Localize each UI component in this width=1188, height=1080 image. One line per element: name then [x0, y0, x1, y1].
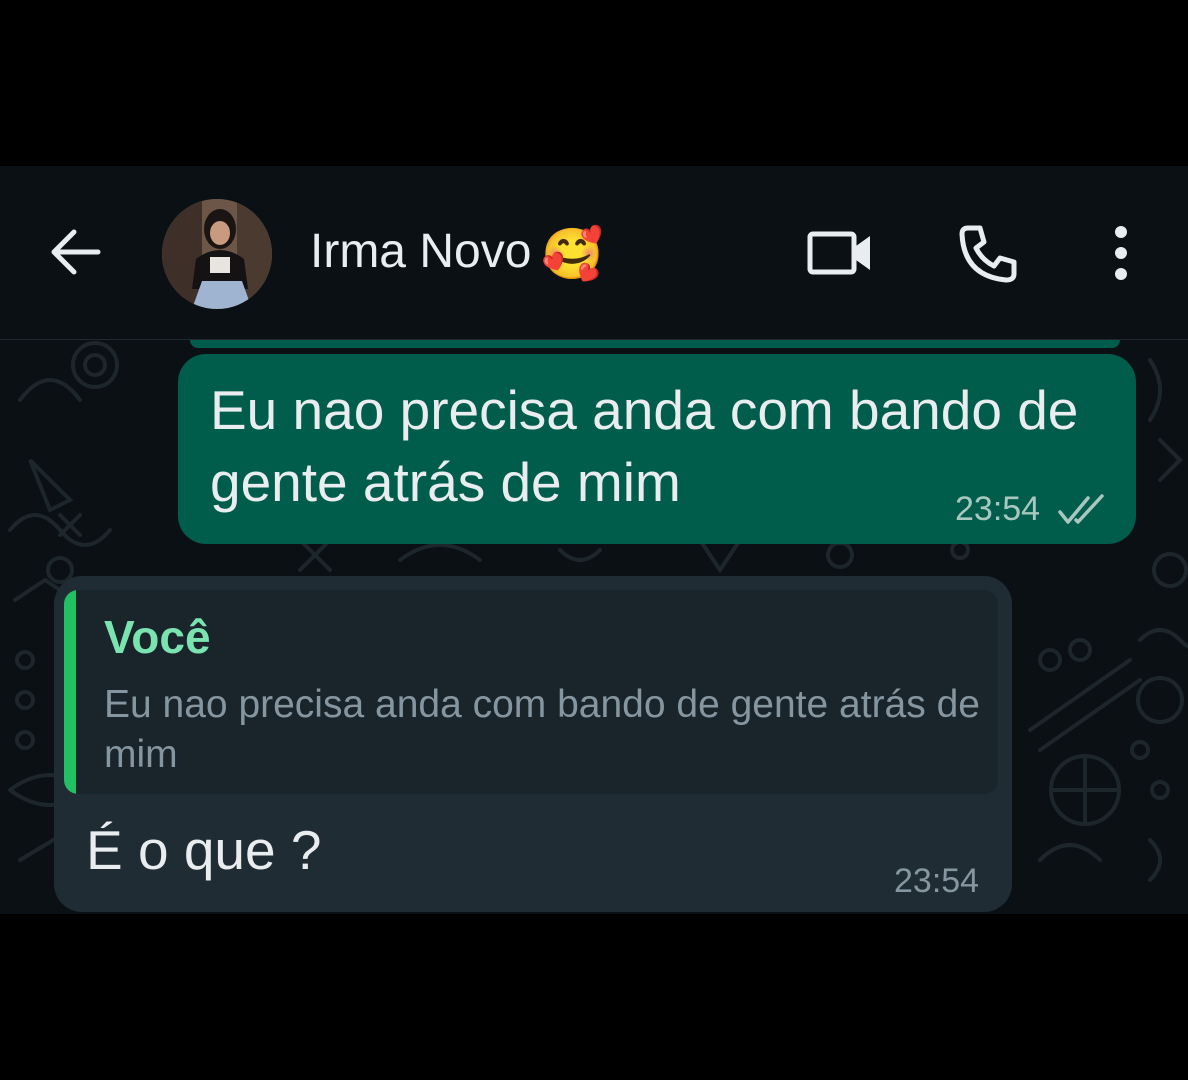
- incoming-message-time: 23:54: [894, 862, 980, 900]
- incoming-message-text: É o que ?: [86, 819, 322, 881]
- double-check-icon: [1058, 494, 1104, 524]
- more-vertical-icon[interactable]: [1104, 222, 1138, 284]
- smiling-hearts-emoji: 🥰: [541, 226, 604, 282]
- video-camera-icon[interactable]: [806, 226, 874, 280]
- arrow-left-icon[interactable]: [48, 224, 104, 280]
- outgoing-message-time: 23:54: [955, 490, 1041, 528]
- quote-accent-bar: [64, 590, 76, 794]
- contact-name[interactable]: Irma Novo 🥰: [310, 222, 604, 282]
- previous-message-edge: [190, 340, 1120, 348]
- phone-icon[interactable]: [958, 222, 1020, 284]
- contact-avatar[interactable]: [162, 199, 272, 309]
- quote-author: Você: [104, 611, 211, 663]
- contact-name-text: Irma Novo: [310, 225, 532, 278]
- avatar-photo: [162, 199, 272, 309]
- quote-text: Eu nao precisa anda com bando de gente a…: [104, 683, 980, 776]
